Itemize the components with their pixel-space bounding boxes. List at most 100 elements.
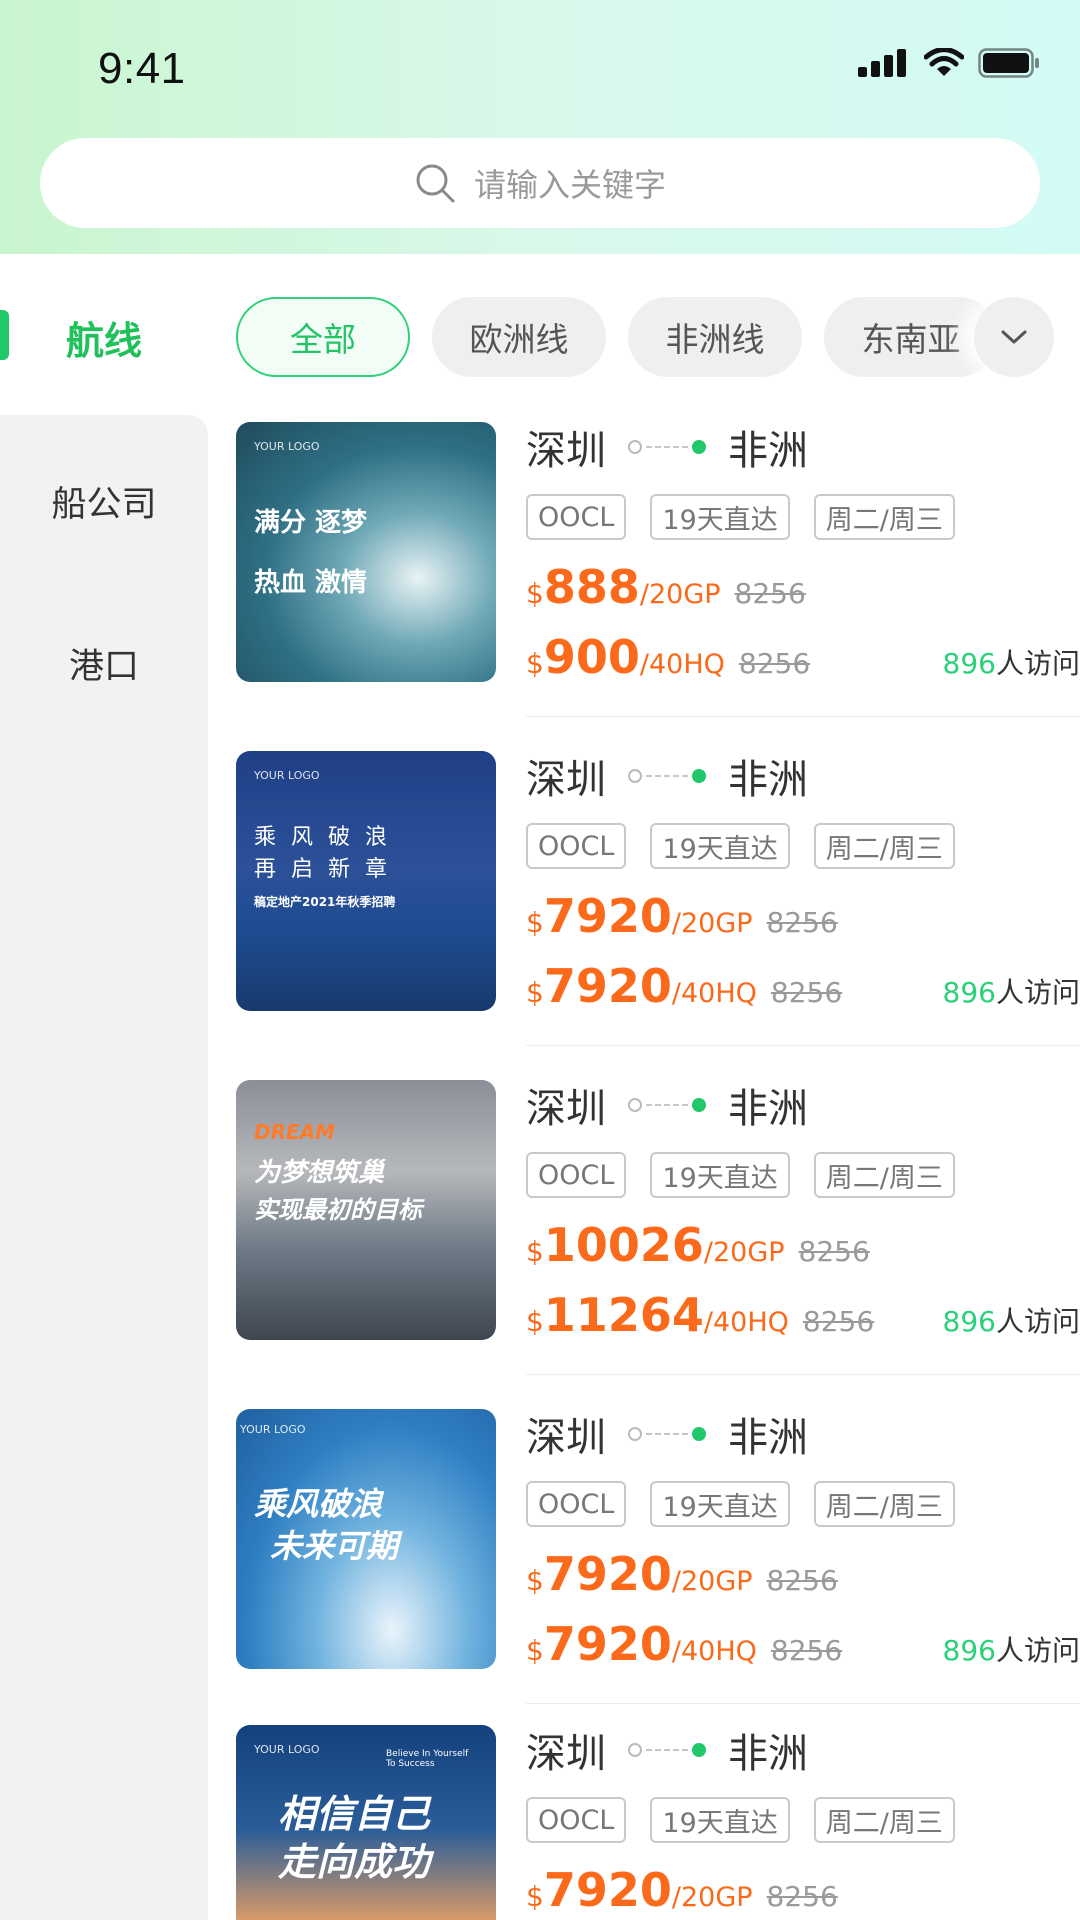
chip-europe[interactable]: 欧洲线	[432, 297, 606, 377]
tag-transit: 19天直达	[650, 494, 790, 540]
price-unit: /20GP	[671, 1882, 753, 1913]
sidebar-item-port[interactable]: 港口	[0, 638, 208, 689]
sidebar-item-shipping-company[interactable]: 船公司	[0, 476, 208, 527]
tag-schedule: 周二/周三	[813, 1152, 955, 1198]
route-thumbnail: YOUR LOGO 满分 逐梦 热血 激情	[236, 422, 496, 682]
old-price: 8256	[738, 647, 811, 680]
image-logo: YOUR LOGO	[240, 1423, 306, 1436]
search-placeholder: 请输入关键字	[473, 166, 666, 204]
price: 7920	[543, 1617, 672, 1671]
tags: OOCL 19天直达 周二/周三	[526, 823, 955, 869]
price-row-20gp: $ 7920 /20GP 8256	[526, 1863, 1080, 1917]
currency: $	[526, 976, 544, 1009]
list-item[interactable]: YOUR LOGO 满分 逐梦 热血 激情 深圳 非洲 OOCL 19天直达 周…	[236, 422, 1080, 750]
status-bar: 9:41	[0, 0, 1080, 140]
image-logo: YOUR LOGO	[254, 440, 320, 453]
price-row-20gp: $ 7920 /20GP 8256	[526, 889, 1080, 943]
old-price: 8256	[798, 1235, 870, 1268]
price-row-40hq: $ 11264 /40HQ 8256 896人访问	[526, 1288, 1080, 1342]
price-unit: /40HQ	[671, 978, 757, 1009]
tags: OOCL 19天直达 周二/周三	[526, 1152, 955, 1198]
status-icons	[858, 48, 1040, 78]
visit-count: 896人访问	[943, 1300, 1080, 1340]
old-price: 8256	[766, 1880, 838, 1913]
route: 深圳 非洲	[526, 1080, 808, 1132]
route-thumbnail: YOUR LOGO 乘风破浪 未来可期	[236, 1409, 496, 1669]
old-price: 8256	[802, 1305, 875, 1338]
search-icon	[416, 164, 455, 203]
destination-city: 非洲	[728, 757, 808, 803]
tags: OOCL 19天直达 周二/周三	[526, 494, 955, 540]
visit-number: 896	[942, 647, 996, 680]
chip-africa[interactable]: 非洲线	[628, 297, 802, 377]
search-input[interactable]: 请输入关键字	[40, 138, 1040, 228]
visit-count: 896人访问	[943, 642, 1080, 682]
currency: $	[526, 1564, 544, 1597]
price-unit: /20GP	[703, 1237, 785, 1268]
visit-suffix: 人访问	[995, 1634, 1080, 1667]
divider	[526, 1374, 1080, 1375]
sidebar-item-routes[interactable]: 航线	[0, 270, 208, 400]
visit-count: 896人访问	[943, 1629, 1080, 1669]
list-item[interactable]: YOUR LOGO Believe In Yourself To Success…	[236, 1725, 1080, 1920]
price-unit: /20GP	[671, 908, 753, 939]
currency: $	[526, 1235, 544, 1268]
list-item[interactable]: YOUR LOGO 乘风破浪 未来可期 深圳 非洲 OOCL 19天直达 周二/…	[236, 1409, 1080, 1737]
more-filters-button[interactable]	[974, 297, 1054, 377]
price-unit: /40HQ	[639, 649, 725, 680]
currency: $	[526, 1305, 544, 1338]
divider	[526, 1045, 1080, 1046]
battery-icon	[978, 48, 1039, 78]
image-logo: YOUR LOGO	[254, 769, 320, 782]
tag-transit: 19天直达	[650, 823, 790, 869]
tag-transit: 19天直达	[650, 1152, 790, 1198]
price: 11264	[543, 1288, 704, 1342]
currency: $	[526, 1880, 544, 1913]
route-thumbnail: YOUR LOGO Believe In Yourself To Success…	[236, 1725, 496, 1920]
currency: $	[526, 577, 544, 610]
old-price: 8256	[766, 1564, 838, 1597]
tag-carrier: OOCL	[526, 823, 627, 869]
price: 900	[543, 630, 640, 684]
image-text: 热血 激情	[254, 568, 368, 598]
visit-suffix: 人访问	[995, 647, 1080, 680]
price: 10026	[543, 1218, 704, 1272]
list-item[interactable]: YOUR LOGO 乘 风 破 浪 再 启 新 章 稿定地产2021年秋季招聘 …	[236, 751, 1080, 1079]
signal-icon	[858, 49, 906, 77]
chip-southeast-asia[interactable]: 东南亚	[824, 297, 998, 377]
price-row-40hq: $ 900 /40HQ 8256 896人访问	[526, 630, 1080, 684]
origin-city: 深圳	[526, 1731, 606, 1777]
route-thumbnail: YOUR LOGO 乘 风 破 浪 再 启 新 章 稿定地产2021年秋季招聘	[236, 751, 496, 1011]
image-text: 稿定地产2021年秋季招聘	[254, 895, 396, 909]
destination-city: 非洲	[728, 428, 808, 474]
tag-carrier: OOCL	[526, 494, 627, 540]
status-time: 9:41	[98, 44, 186, 93]
old-price: 8256	[770, 1634, 843, 1667]
destination-city: 非洲	[728, 1415, 808, 1461]
price-row-40hq: $ 7920 /40HQ 8256 896人访问	[526, 1617, 1080, 1671]
origin-city: 深圳	[526, 1086, 606, 1132]
chip-all[interactable]: 全部	[236, 297, 410, 377]
old-price: 8256	[734, 577, 806, 610]
image-text: 未来可期	[270, 1527, 399, 1565]
price-unit: /20GP	[639, 579, 721, 610]
old-price: 8256	[766, 906, 838, 939]
sidebar-item-label: 航线	[65, 319, 142, 363]
price-row-20gp: $ 10026 /20GP 8256	[526, 1218, 1080, 1272]
filter-chips: 全部 欧洲线 非洲线 东南亚	[236, 297, 1080, 377]
visit-number: 896	[942, 1305, 996, 1338]
image-text: 满分 逐梦	[254, 508, 368, 538]
list-item[interactable]: DREAM 为梦想筑巢 实现最初的目标 深圳 非洲 OOCL 19天直达 周二/…	[236, 1080, 1080, 1408]
tags: OOCL 19天直达 周二/周三	[526, 1797, 955, 1843]
route-thumbnail: DREAM 为梦想筑巢 实现最初的目标	[236, 1080, 496, 1340]
image-text: 相信自己	[278, 1792, 431, 1836]
tags: OOCL 19天直达 周二/周三	[526, 1481, 955, 1527]
tag-schedule: 周二/周三	[813, 1481, 955, 1527]
route-line-icon	[628, 769, 706, 783]
visit-number: 896	[942, 1634, 996, 1667]
route-line-icon	[628, 1427, 706, 1441]
image-text: DREAM	[254, 1120, 336, 1144]
price-unit: /40HQ	[703, 1307, 789, 1338]
price: 888	[543, 560, 640, 614]
image-text: 再 启 新 章	[254, 857, 391, 882]
